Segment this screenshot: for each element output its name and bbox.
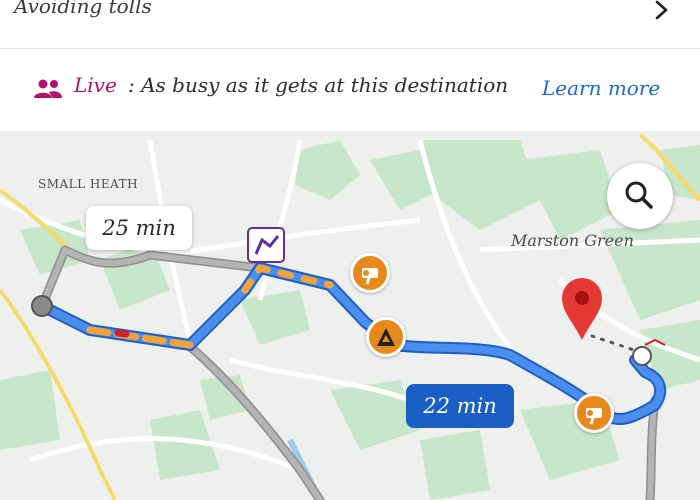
map-view[interactable]: SMALL HEATH Marston Green 25 min 22 min bbox=[0, 131, 700, 500]
people-icon bbox=[34, 79, 62, 98]
search-icon bbox=[625, 181, 653, 209]
start-marker bbox=[31, 295, 53, 317]
speed-camera-icon[interactable] bbox=[574, 393, 614, 433]
destination-marker bbox=[632, 346, 652, 366]
live-busyness-row: Live : As busy as it gets at this destin… bbox=[0, 49, 700, 131]
live-message: : As busy as it gets at this destination bbox=[128, 73, 509, 97]
map-search-button[interactable] bbox=[607, 163, 673, 229]
main-route-time[interactable]: 22 min bbox=[406, 384, 514, 428]
live-label: Live bbox=[74, 73, 117, 97]
route-option-label: Avoiding tolls bbox=[14, 0, 152, 18]
park-areas bbox=[0, 140, 700, 500]
roadworks-icon[interactable] bbox=[366, 317, 406, 357]
speed-camera-icon[interactable] bbox=[350, 253, 390, 293]
alternative-route-time[interactable]: 25 min bbox=[86, 206, 192, 250]
place-label-small-heath: SMALL HEATH bbox=[38, 177, 139, 191]
chevron-right-icon bbox=[655, 0, 668, 20]
location-pin-icon bbox=[562, 278, 602, 340]
learn-more-link[interactable]: Learn more bbox=[542, 76, 660, 100]
place-label-marston-green: Marston Green bbox=[511, 231, 634, 250]
attraction-icon bbox=[247, 227, 285, 263]
walking-path bbox=[590, 334, 642, 354]
route-option-row[interactable]: Avoiding tolls bbox=[0, 0, 700, 48]
